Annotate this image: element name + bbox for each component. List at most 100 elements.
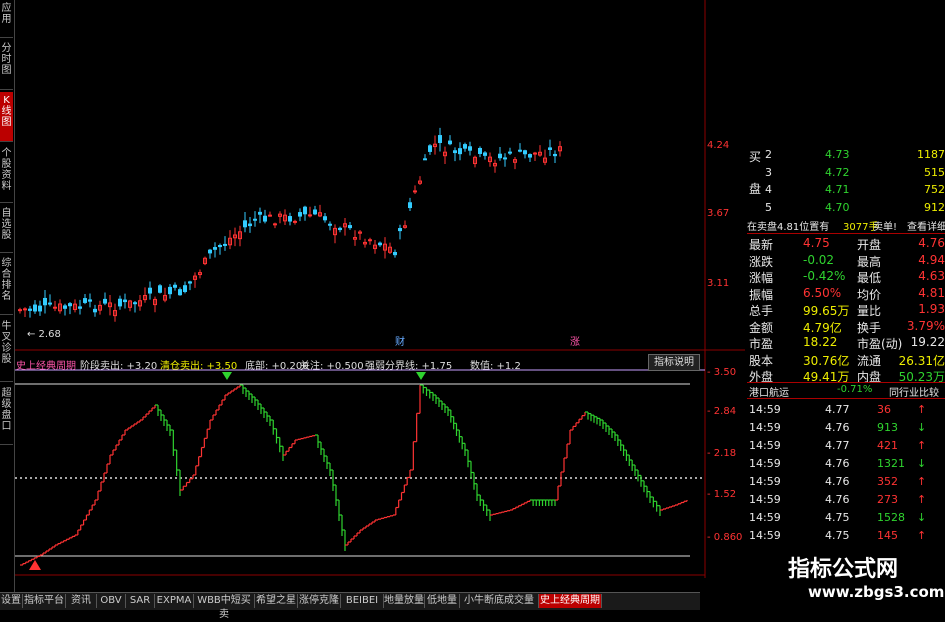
- down-arrow-icon: ↓: [917, 457, 927, 470]
- bid-price: 4.71: [825, 183, 850, 196]
- left-tab-5[interactable]: 综合排名: [0, 255, 13, 315]
- left-tab-7[interactable]: 超级盘口: [0, 385, 13, 445]
- tick-volume: 1528: [877, 511, 905, 524]
- tick-row: 14:59 4.76 352 ↑: [747, 473, 945, 490]
- indicator-tab-bar: 设置 指标平台 资讯 OBV SAR EXPMA WBB中短买卖 希望之星 涨停克隆 BEIBEI…: [0, 592, 700, 620]
- candle-body: [173, 284, 177, 288]
- bid-level: 3: [765, 165, 772, 179]
- down-arrow-icon: ↓: [917, 421, 927, 434]
- candle-body: [303, 206, 307, 215]
- bid-price: 4.72: [825, 165, 850, 179]
- down-arrow-icon: ↓: [917, 511, 927, 524]
- left-tab-3[interactable]: 个股资料: [0, 145, 13, 203]
- price-axis-label: 3.11: [707, 278, 729, 289]
- indicator-param: 强弱分界线: +1.75: [365, 361, 453, 372]
- tick-time: 14:59: [749, 421, 781, 434]
- sector-row[interactable]: 港口航运 -0.71% 同行业比较: [747, 382, 945, 399]
- indicator-tab-5[interactable]: EXPMA: [155, 594, 194, 608]
- indicator-tab-9[interactable]: BEIBEI: [341, 594, 384, 608]
- price-axis-label: 4.24: [707, 140, 729, 151]
- left-tab-2[interactable]: K线图: [0, 92, 13, 142]
- tick-time: 14:59: [749, 529, 781, 542]
- candle-body: [263, 215, 267, 222]
- price-axis-label: 3.67: [707, 208, 729, 219]
- stat-row: 最新 4.75 开盘 4.76: [747, 234, 945, 252]
- tick-volume: 421: [877, 439, 898, 452]
- sell-alert-row[interactable]: 在卖盘4.81位置有 3077手 卖单! 查看详细: [747, 216, 945, 233]
- candle-body: [23, 308, 27, 311]
- candlestick-series: [18, 127, 562, 322]
- candle-body: [218, 244, 222, 248]
- bid-volume: 912: [924, 200, 945, 214]
- sell-alert-detail: 查看详细: [907, 222, 945, 233]
- bid-row: 5 4.70 912: [747, 199, 945, 216]
- watermark-title: 指标公式网: [788, 557, 899, 582]
- bid-volume: 1187: [917, 148, 945, 161]
- stat-row: 外盘 49.41万 内盘 50.23万: [747, 366, 945, 384]
- candle-body: [28, 308, 32, 311]
- indicator-tab-12[interactable]: 小牛断底成交量: [460, 594, 539, 608]
- indicator-tab-8[interactable]: 涨停克隆: [298, 594, 341, 608]
- indicator-tab-6[interactable]: WBB中短买卖: [194, 594, 255, 620]
- indicator-tab-4[interactable]: SAR: [126, 594, 155, 608]
- candle-body: [43, 297, 47, 306]
- finance-marker: 财: [395, 335, 405, 348]
- left-tab-4[interactable]: 自选股: [0, 205, 13, 253]
- indicator-tab-1[interactable]: 指标平台: [23, 594, 66, 608]
- candle-body: [503, 157, 507, 160]
- indicator-tab-11[interactable]: 低地量: [425, 594, 460, 608]
- left-tab-1[interactable]: 分时图: [0, 40, 13, 90]
- bid-price: 4.73: [825, 148, 850, 161]
- candle-body: [38, 305, 42, 312]
- tick-row: 14:59 4.76 913 ↓: [747, 419, 945, 436]
- candle-body: [328, 223, 332, 226]
- candle-body: [78, 306, 82, 309]
- indicator-param: 数值: +1.2: [470, 361, 521, 372]
- left-tab-0[interactable]: 应用: [0, 0, 13, 38]
- candle-body: [368, 239, 372, 242]
- tick-volume: 273: [877, 493, 898, 506]
- indicator-help-button[interactable]: 指标说明: [648, 354, 700, 371]
- candle-body: [223, 243, 227, 246]
- indicator-tab-0[interactable]: 设置: [0, 594, 23, 608]
- candle-body: [308, 214, 312, 217]
- candle-body: [53, 306, 57, 309]
- candle-body: [243, 220, 247, 228]
- candle-body: [463, 144, 467, 149]
- tick-row: 14:59 4.76 1321 ↓: [747, 455, 945, 472]
- up-arrow-icon: ↑: [917, 403, 927, 416]
- up-arrow-icon: ↑: [917, 439, 927, 452]
- tick-time: 14:59: [749, 493, 781, 506]
- indicator-tab-2[interactable]: 资讯: [66, 594, 97, 608]
- left-tab-6[interactable]: 牛叉诊股: [0, 318, 13, 382]
- compare-link: 同行业比较: [889, 388, 939, 399]
- indicator-tab-7[interactable]: 希望之星: [255, 594, 298, 608]
- candle-body: [248, 223, 252, 227]
- stat-value: 18.22: [803, 335, 838, 349]
- bid-level: 4: [765, 183, 772, 196]
- kline-chart[interactable]: 4.24 3.67 3.11 ← 2.68 - 3.50 - 2.84 - 2.18 - 1.…: [15, 0, 745, 578]
- candle-body: [523, 150, 527, 155]
- indicator-param: 关注: +0.500: [300, 361, 364, 372]
- candle-body: [478, 147, 482, 154]
- candle-body: [393, 251, 397, 256]
- tick-price: 4.76: [825, 457, 850, 470]
- indicator-tab-3[interactable]: OBV: [97, 594, 126, 608]
- sell-arrow-0: [222, 372, 232, 380]
- osc-axis-label: - 0.860: [707, 532, 742, 543]
- indicator-tab-10[interactable]: 地量放量: [384, 594, 425, 608]
- candle-body: [83, 298, 87, 303]
- tick-volume: 36: [877, 403, 891, 416]
- stat-row: 金额 4.79亿 换手 3.79%: [747, 317, 945, 335]
- tick-row: 14:59 4.75 145 ↑: [747, 527, 945, 544]
- tick-time: 14:59: [749, 475, 781, 488]
- stat-value: 4.76: [918, 236, 945, 250]
- stat-value: 6.50%: [803, 285, 842, 300]
- candle-body: [413, 190, 417, 193]
- candle-body: [93, 308, 97, 313]
- candle-body: [533, 152, 537, 155]
- indicator-param: 阶段卖出: +3.20: [80, 361, 158, 372]
- tick-price: 4.76: [825, 421, 850, 434]
- indicator-tab-13[interactable]: 史上经典周期: [539, 594, 602, 608]
- sector-change: -0.71%: [837, 384, 873, 395]
